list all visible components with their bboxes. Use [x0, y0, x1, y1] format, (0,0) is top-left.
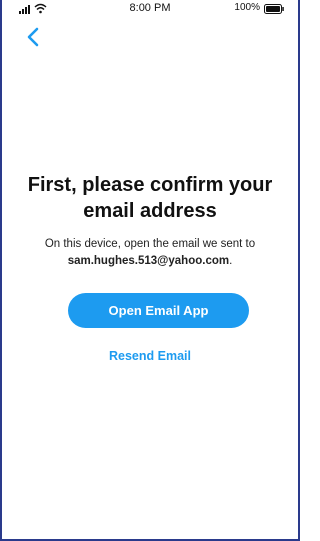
back-button[interactable]	[24, 26, 44, 48]
open-email-app-button[interactable]: Open Email App	[68, 293, 249, 328]
battery-percentage: 100%	[234, 2, 260, 13]
instructions-prefix: On this device, open the email we sent t…	[44, 238, 256, 250]
phone-screen: 8:00 PM 100% First, please confirm your …	[0, 0, 300, 541]
email-address: sam.hughes.513@yahoo.com	[67, 255, 230, 267]
instructions-suffix: .	[229, 255, 233, 267]
chevron-left-icon	[27, 27, 39, 47]
instructions-text: On this device, open the email we sent t…	[12, 236, 288, 270]
status-bar: 8:00 PM 100%	[2, 0, 298, 20]
page-title: First, please confirm your email address	[27, 174, 273, 222]
battery-icon	[264, 4, 284, 14]
resend-email-link[interactable]: Resend Email	[2, 349, 298, 363]
